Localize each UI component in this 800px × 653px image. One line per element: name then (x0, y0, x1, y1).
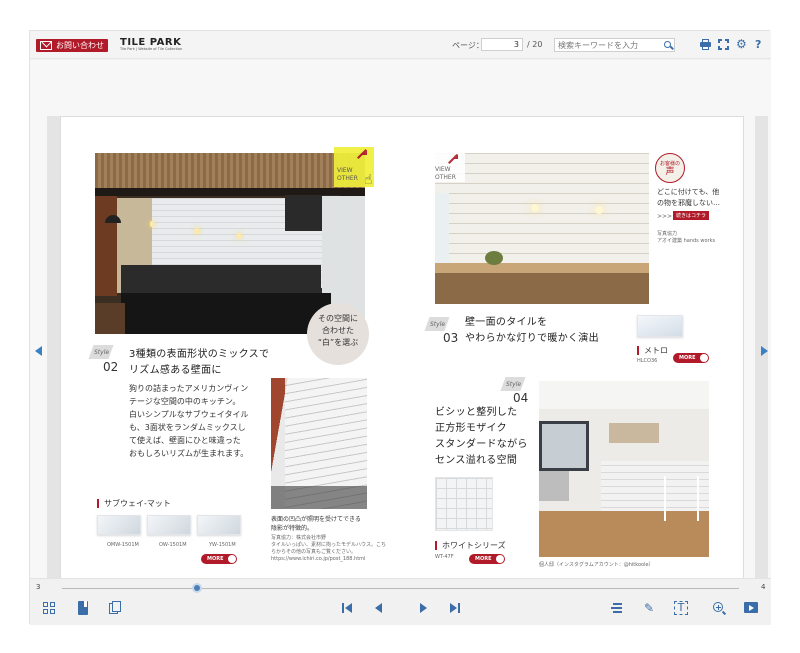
print-icon[interactable] (700, 39, 711, 50)
right-page-edge (755, 116, 768, 596)
first-page-icon[interactable] (340, 601, 354, 615)
tile-wall-credit: 写真協力：株式会社市野 タイルいっぱい、素材に拘ったモデルハウス。こち らからそ… (271, 535, 387, 562)
next-page-icon[interactable] (416, 601, 430, 615)
next-page-arrow[interactable] (761, 346, 768, 356)
voice-read-more-link[interactable]: 続きはコチラ (673, 211, 710, 220)
copy-pages-icon[interactable] (108, 601, 122, 615)
style-03-heading: 壁一面のタイルを やわらかな灯りで暖かく演出 (465, 317, 599, 344)
white-series-label: ホワイトシリーズ (435, 541, 506, 550)
voice-text: どこに付けても、他 の物を邪魔しない… (657, 188, 720, 207)
contact-label: お問い合わせ (56, 41, 104, 50)
view-other-badge[interactable]: VIEW OTHER ☝ (334, 147, 374, 187)
fullscreen-icon[interactable] (718, 39, 729, 50)
gear-icon[interactable]: ⚙ (736, 38, 747, 50)
video-icon[interactable] (744, 601, 758, 615)
living-room-credit: 個人邸（インスタグラムアカウント：@hitkoole） (539, 562, 654, 568)
subway-matte-label: サブウェイ-マット (97, 499, 171, 508)
logo-subtitle: Tile Park | Website of Tile Collection (120, 47, 183, 51)
page-total: / 20 (527, 40, 543, 49)
logo: TILE PARK Tile Park | Website of Tile Co… (120, 37, 182, 51)
slider-end-page: 4 (761, 583, 766, 591)
style-02-heading: 3種類の表面形状のミックスで リズム感ある壁面に (129, 349, 270, 376)
slider-start-page: 3 (36, 583, 41, 591)
voice-badge-main: 声 (665, 167, 675, 177)
dining-wall-photo (435, 153, 649, 304)
metro-label: メトロ (637, 346, 668, 355)
contact-button[interactable]: お問い合わせ (36, 39, 108, 52)
tile-sample-omw[interactable] (97, 515, 141, 535)
style-04-number: 04 (513, 391, 529, 405)
white-series-more-button[interactable]: MORE (469, 554, 505, 564)
product-code-omw: OMW-1501M (107, 542, 139, 548)
bookmark-icon[interactable] (76, 601, 90, 615)
page-number-input[interactable] (481, 38, 523, 51)
style-04-tag: Style (506, 381, 522, 388)
tile-wall-photo (271, 378, 367, 509)
list-icon[interactable] (610, 601, 624, 615)
customer-voice-badge: お客様の 声 (655, 153, 685, 183)
search-input[interactable] (558, 39, 658, 51)
ebook-viewer: お問い合わせ TILE PARK Tile Park | Website of … (29, 30, 771, 625)
page-slider-thumb[interactable] (192, 583, 203, 593)
style-03-tag: Style (430, 321, 446, 328)
zoom-icon[interactable] (712, 601, 727, 616)
page-label: ページ： (452, 41, 484, 50)
style-02-body: 狗りの詰まったアメリカンヴィン テージな空間の中のキッチン。 白いシンプルなサブ… (129, 384, 249, 458)
voice-credit: 写真協力 アオイ建築 hands works (657, 231, 716, 244)
metro-code: HLCO36 (637, 358, 658, 364)
page-spread[interactable]: VIEW OTHER ☝ その空間に 合わせた “白”を選ぶ Style 02 … (60, 116, 744, 602)
search-box (554, 38, 675, 52)
view-other-label-right: VIEW OTHER (435, 166, 456, 181)
white-mosaic-sample[interactable] (435, 477, 493, 531)
view-other-label: VIEW OTHER (337, 167, 358, 182)
voice-badge-top: お客様の (659, 161, 680, 167)
metro-more-button[interactable]: MORE (673, 353, 709, 363)
thumbnails-grid-icon[interactable] (42, 601, 56, 615)
pointer-icon: ☝ (364, 172, 373, 188)
style-04-heading: ビシッと整列した 正方形モザイク スタンダードながら センス溢れる空間 (435, 407, 528, 466)
left-page-edge (47, 116, 60, 596)
previous-page-icon[interactable] (372, 601, 386, 615)
top-toolbar: お問い合わせ TILE PARK Tile Park | Website of … (30, 31, 771, 59)
help-icon[interactable]: ? (755, 39, 766, 50)
white-choice-bubble: その空間に 合わせた “白”を選ぶ (307, 303, 369, 365)
page-slider-track[interactable] (62, 588, 739, 589)
tile-wall-caption: 表面の凹凸が照明を受けてできる 陰影が特徴的。 (271, 516, 361, 532)
style-03-number: 03 (443, 331, 459, 345)
page-viewer: VIEW OTHER ☝ その空間に 合わせた “白”を選ぶ Style 02 … (30, 60, 771, 602)
style-02-tag: Style (94, 349, 110, 356)
product-code-ow: OW-1501M (159, 542, 187, 548)
view-other-tag[interactable]: VIEW OTHER (433, 150, 465, 182)
pen-icon[interactable]: ✎ (642, 601, 656, 615)
tile-sample-ow[interactable] (147, 515, 191, 535)
metro-tile-sample[interactable] (637, 315, 683, 337)
tile-sample-yw[interactable] (197, 515, 241, 535)
search-icon[interactable] (664, 41, 671, 48)
style-02-number: 02 (103, 360, 119, 374)
product-code-yw: YW-1501M (209, 542, 236, 548)
mail-icon (40, 41, 52, 50)
prev-page-arrow[interactable] (35, 346, 42, 356)
last-page-icon[interactable] (448, 601, 462, 615)
text-select-icon[interactable]: T (674, 601, 688, 615)
white-series-code: WT-47F (435, 554, 454, 560)
bottom-toolbar: 3 4 ✎ T (30, 578, 771, 625)
voice-arrows: >>> (657, 213, 673, 220)
subway-more-button[interactable]: MORE (201, 554, 237, 564)
living-room-photo (539, 381, 709, 557)
